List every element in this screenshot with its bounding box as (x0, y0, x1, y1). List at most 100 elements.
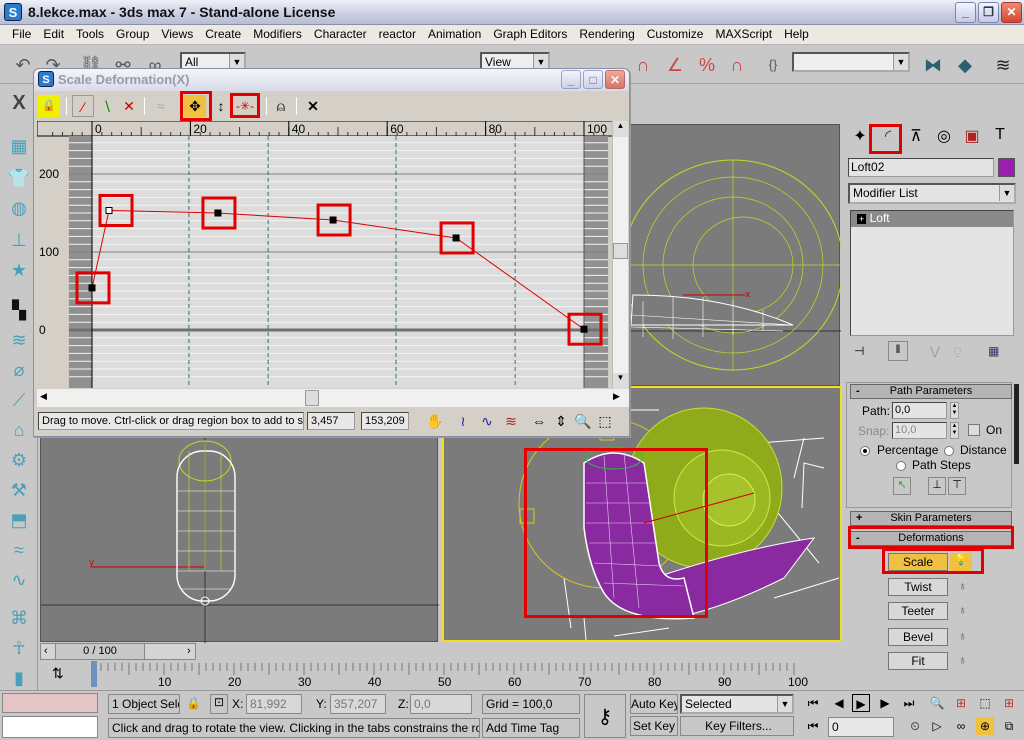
lock-selection-icon[interactable]: 🔒 (186, 696, 201, 710)
teeter-deformation-button[interactable]: Teeter (888, 602, 948, 620)
shirt-icon[interactable]: 👕 (6, 166, 32, 190)
mirror-icon[interactable]: ⧓ (920, 52, 946, 78)
fit-enable-bulb-icon[interactable]: ♁ (958, 653, 967, 667)
tube-icon[interactable]: ⌀ (6, 358, 32, 382)
zoom-icon[interactable]: 🔍 (928, 694, 946, 712)
pan-view-icon[interactable]: ∞ (952, 717, 970, 735)
gear-icon[interactable]: ⚙ (6, 448, 32, 472)
menu-tools[interactable]: Tools (70, 25, 110, 44)
maxscript-listener-pink[interactable] (2, 693, 98, 713)
ball-icon[interactable]: ◍ (6, 196, 32, 220)
skin-parameters-header[interactable]: + Skin Parameters (850, 511, 1012, 526)
bend-icon[interactable]: ⟋ (6, 388, 32, 412)
zoom-extents-icon[interactable]: ≀ (452, 410, 474, 432)
next-shape-icon[interactable]: ⊤ (948, 477, 966, 495)
close-tab-panel-icon[interactable]: X (6, 90, 32, 116)
auto-key-button[interactable]: Auto Key (630, 694, 678, 714)
zoom-horizontal-extents-icon[interactable]: ∿ (476, 410, 498, 432)
wave2-icon[interactable]: ∿ (6, 568, 32, 592)
configure-modifier-sets-icon[interactable]: ▦ (988, 344, 999, 358)
star-icon[interactable]: ★ (6, 258, 32, 282)
set-key-button[interactable]: Set Key (630, 716, 678, 736)
knot-icon[interactable]: ⌘ (6, 606, 32, 630)
set-key-icon[interactable]: ⚷ (584, 694, 626, 738)
graph-horizontal-scrollbar[interactable]: ◀ ▶ (37, 389, 629, 407)
prev-frame-icon[interactable]: ‹ (44, 645, 48, 657)
menu-group[interactable]: Group (110, 25, 155, 44)
command-panel-scrollbar[interactable] (1014, 384, 1019, 464)
align-icon[interactable]: ◆ (952, 52, 978, 78)
previous-frame-icon[interactable]: ◀ (830, 694, 848, 712)
path-spinner[interactable]: ▲ ▼ (950, 402, 959, 419)
next-frame-icon[interactable]: ▶ (876, 694, 894, 712)
point-x-field[interactable]: 3,457 (307, 412, 355, 430)
zoom-extents-icon[interactable]: ⬚ (976, 694, 994, 712)
scroll-up-icon[interactable]: ▲ (613, 121, 628, 137)
remove-modifier-icon[interactable]: ⍜ (954, 344, 961, 359)
tab-display-icon[interactable]: ▣ (958, 126, 986, 150)
play-icon[interactable]: ▶ (852, 694, 870, 712)
deformation-graph[interactable]: 0 20 40 60 80 100 200 100 0 (37, 121, 613, 389)
current-frame-field[interactable]: 0 (828, 717, 894, 737)
menu-modifiers[interactable]: Modifiers (247, 25, 308, 44)
arc-rotate-icon[interactable]: ⊕ (976, 717, 994, 735)
next-frame-icon[interactable]: › (187, 645, 191, 657)
path-field[interactable]: 0,0 (892, 402, 947, 419)
time-configuration-icon[interactable]: ⏲ (906, 717, 924, 735)
named-selection-dropdown[interactable]: ▼ (792, 52, 910, 72)
y-coordinate-field[interactable]: 357,207 (330, 694, 386, 714)
absolute-mode-icon[interactable]: ⊡ (210, 694, 228, 714)
menu-animation[interactable]: Animation (422, 25, 487, 44)
time-slider[interactable]: ‹ 0 / 100 › (38, 643, 842, 661)
menu-rendering[interactable]: Rendering (573, 25, 640, 44)
scroll-left-icon[interactable]: ◀ (40, 391, 47, 402)
lamp-icon[interactable]: ⌂ (6, 418, 32, 442)
scroll-right-icon[interactable]: ▶ (613, 391, 620, 402)
display-x-axis-icon[interactable]: ∕ (72, 95, 94, 117)
menu-create[interactable]: Create (199, 25, 247, 44)
track-bar[interactable]: ⇅ 10 20 30 40 50 60 70 80 90 100 (38, 661, 842, 689)
layer-manager-icon[interactable]: ≋ (990, 52, 1016, 78)
menu-reactor[interactable]: reactor (373, 25, 422, 44)
add-time-tag-button[interactable]: Add Time Tag (482, 718, 580, 738)
percentage-radio[interactable] (860, 446, 870, 456)
scroll-thumb[interactable] (305, 390, 319, 406)
zoom-all-icon[interactable]: ⊞ (952, 694, 970, 712)
frame-display[interactable]: 0 / 100 (55, 643, 145, 660)
key-mode-dropdown[interactable]: Selected ▼ (680, 694, 794, 714)
scale-control-point-icon[interactable]: ↕ (210, 95, 232, 117)
zoom-extents-all-icon[interactable]: ⊞ (1000, 694, 1018, 712)
snap-3d-icon[interactable]: ∩ (630, 52, 656, 78)
pin-icon[interactable]: ⊥ (6, 228, 32, 252)
fit-deformation-button[interactable]: Fit (888, 652, 948, 670)
maximize-viewport-icon[interactable]: ⧉ (1000, 717, 1018, 735)
menu-graph-editors[interactable]: Graph Editors (487, 25, 573, 44)
time-slider-track[interactable]: ‹ 0 / 100 › (40, 643, 196, 660)
display-y-axis-icon[interactable]: ∖ (96, 95, 118, 117)
close-button[interactable]: ✕ (1001, 2, 1022, 23)
modifier-list-dropdown[interactable]: Modifier List ▼ (848, 183, 1016, 204)
tab-utilities-icon[interactable]: T (986, 126, 1014, 150)
swap-curves-icon[interactable]: ≈ (150, 95, 172, 117)
cube-arrow-icon[interactable]: ⬒ (6, 508, 32, 532)
snap-field[interactable]: 10,0 (892, 422, 947, 439)
object-name-field[interactable]: Loft02 (848, 158, 994, 177)
point-y-field[interactable]: 153,209 (361, 412, 409, 430)
twist-enable-bulb-icon[interactable]: ♁ (958, 579, 967, 593)
menu-customize[interactable]: Customize (641, 25, 710, 44)
dialog-close-button[interactable]: ✕ (605, 70, 625, 89)
checker-icon[interactable]: ▚ (6, 298, 32, 322)
make-symmetrical-icon[interactable]: 🔒 (38, 95, 60, 117)
zoom-horizontal-icon[interactable]: ⇔ (528, 410, 550, 432)
distance-radio[interactable] (944, 446, 954, 456)
z-coordinate-field[interactable]: 0,0 (410, 694, 472, 714)
snap-spinner[interactable]: ▲ ▼ (950, 422, 959, 439)
snap-on-checkbox[interactable] (968, 424, 980, 436)
zoom-vertical-extents-icon[interactable]: ≋ (500, 410, 522, 432)
path-steps-radio[interactable] (896, 461, 906, 471)
display-xy-axes-icon[interactable]: ✕ (118, 95, 140, 117)
goto-start-icon[interactable]: ⏮ (804, 694, 822, 712)
twist-deformation-button[interactable]: Twist (888, 578, 948, 596)
panel-icon[interactable]: ▮ (6, 666, 32, 690)
object-color-swatch[interactable] (998, 158, 1015, 177)
